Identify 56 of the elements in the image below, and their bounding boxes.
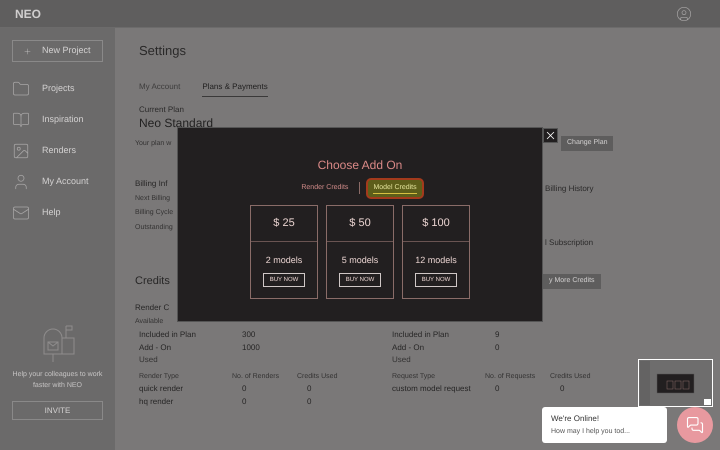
table-cell-text: custom model request xyxy=(392,383,472,395)
mail-icon xyxy=(12,204,30,222)
folder-icon xyxy=(12,80,30,98)
table-cell-text: 0 xyxy=(306,396,312,408)
summary-label: Included in Plan xyxy=(139,328,197,340)
close-button[interactable] xyxy=(543,128,558,143)
plan-name: Neo Standard xyxy=(139,116,214,130)
close-icon xyxy=(544,129,557,142)
chat-icon xyxy=(686,416,704,434)
summary-value: 9 xyxy=(495,328,500,340)
model-count: 12 models xyxy=(415,254,457,266)
plus-icon xyxy=(23,46,32,56)
used-label: Used xyxy=(139,354,158,366)
logo: NEO xyxy=(15,6,42,22)
book-icon xyxy=(12,111,30,129)
table-cell-text: 0 xyxy=(241,383,248,395)
price: $ 50 xyxy=(327,206,393,242)
render-credits-heading: Render C xyxy=(135,302,170,314)
chat-title: We're Online! xyxy=(551,412,600,425)
billing-heading: Billing Inf xyxy=(135,178,168,190)
summary-label: Included in Plan xyxy=(392,328,450,340)
table-cell-text: 0 xyxy=(494,383,500,395)
invite-button[interactable]: INVITE xyxy=(12,401,103,420)
screenshot-thumbnail-drawing[interactable] xyxy=(638,359,713,407)
billing-history-link[interactable]: Billing History xyxy=(545,183,594,195)
model-count: 5 models xyxy=(342,254,378,266)
new-project-button[interactable]: New Project xyxy=(12,40,103,62)
used-label: Used xyxy=(392,354,411,366)
sidebar-item[interactable]: Projects xyxy=(12,74,103,104)
table-cell-text: 0 xyxy=(559,383,566,395)
table-cell-text: hq render xyxy=(139,396,174,408)
settings-tab[interactable]: My Account xyxy=(139,80,180,96)
table-cell-text: 0 xyxy=(241,396,248,408)
chat-button[interactable] xyxy=(677,407,713,443)
price: $ 25 xyxy=(251,206,317,242)
sidebar-item[interactable]: Inspiration xyxy=(12,105,103,135)
credits-heading: Credits xyxy=(135,274,170,289)
image-icon xyxy=(12,142,30,160)
summary-value: 1000 xyxy=(242,342,260,354)
price: $ 100 xyxy=(403,206,469,242)
sidebar-item[interactable]: My Account xyxy=(12,167,103,197)
table-cell-text: quick render xyxy=(139,383,184,395)
subscription-link[interactable]: l Subscription xyxy=(545,237,594,249)
sidebar-item[interactable]: Help xyxy=(12,198,103,228)
settings-tab[interactable]: Plans & Payments xyxy=(202,80,268,96)
sidebar-item[interactable]: Renders xyxy=(12,136,103,166)
summary-value: 0 xyxy=(495,342,500,354)
table-cell-text: 0 xyxy=(306,383,312,395)
current-plan-label: Current Plan xyxy=(139,104,184,116)
summary-label: Add - On xyxy=(392,342,426,354)
model-count: 2 models xyxy=(266,254,302,266)
summary-label: Add - On xyxy=(139,342,172,354)
user-icon[interactable] xyxy=(676,6,692,22)
summary-value: 300 xyxy=(242,328,256,340)
page-title: Settings xyxy=(139,42,186,60)
modal-title: Choose Add On xyxy=(318,157,402,174)
